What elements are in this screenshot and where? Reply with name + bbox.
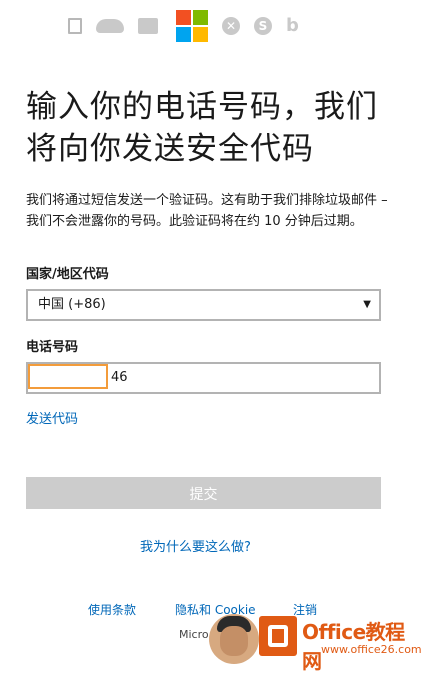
microsoft-logo	[176, 10, 208, 42]
description-text: 我们将通过短信发送一个验证码。这有助于我们排除垃圾邮件 – 我们不会泄露你的号码…	[26, 193, 388, 229]
page-title: 输入你的电话号码，我们将向你发送安全代码	[26, 89, 378, 167]
watermark-url: www.office26.com	[321, 643, 421, 656]
watermark: Office教程网 www.office26.com	[209, 612, 421, 673]
microsoft-copyright: Micro	[179, 628, 209, 641]
xbox-icon[interactable]: ✕	[222, 17, 240, 35]
phone-label: 电话号码	[26, 340, 79, 355]
send-code-link[interactable]: 发送代码	[26, 408, 78, 427]
onedrive-icon[interactable]	[96, 19, 124, 33]
avatar	[209, 614, 259, 664]
submit-button[interactable]: 提交	[26, 477, 381, 509]
phone-input-value: 46	[111, 370, 128, 385]
terms-link[interactable]: 使用条款	[88, 601, 136, 618]
outlook-icon[interactable]	[138, 18, 158, 34]
chevron-down-icon: ▼	[363, 299, 371, 310]
country-select[interactable]: 中国 (+86) ▼	[26, 289, 381, 321]
product-icon-bar: ✕ S b	[68, 8, 316, 44]
office-logo-icon	[259, 616, 297, 656]
redaction-box	[28, 364, 108, 389]
skype-icon[interactable]: S	[254, 17, 272, 35]
bing-icon[interactable]: b	[286, 17, 302, 35]
why-link[interactable]: 我为什么要这么做?	[140, 536, 251, 555]
country-selected-value: 中国 (+86)	[38, 297, 106, 312]
office-icon[interactable]	[68, 18, 82, 34]
country-label: 国家/地区代码	[26, 267, 109, 282]
